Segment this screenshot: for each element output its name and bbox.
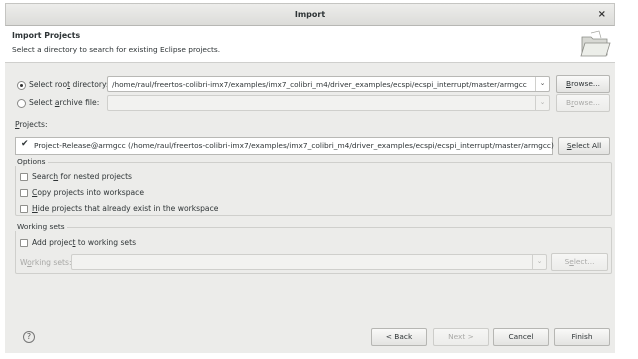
- chevron-down-icon[interactable]: ⌄: [535, 96, 549, 110]
- options-legend: Options: [15, 157, 48, 166]
- search-nested-label: Search for nested projects: [32, 172, 133, 181]
- window-title: Import: [294, 10, 326, 19]
- archive-file-radio[interactable]: [17, 99, 26, 108]
- chevron-down-icon[interactable]: ⌄: [535, 77, 549, 91]
- finish-button[interactable]: Finish: [554, 328, 610, 346]
- close-icon[interactable]: ×: [598, 9, 606, 20]
- search-nested-checkbox[interactable]: [20, 173, 28, 181]
- browse-directory-button[interactable]: Browse...: [556, 75, 610, 93]
- root-directory-label: Select root directory:: [29, 80, 109, 89]
- root-directory-radio[interactable]: [17, 81, 26, 90]
- root-directory-combo[interactable]: /home/raul/freertos-colibri-imx7/example…: [107, 76, 550, 92]
- projects-label: Projects:: [15, 120, 48, 129]
- add-to-working-sets-checkbox[interactable]: [20, 239, 28, 247]
- wizard-body: Select root directory: /home/raul/freert…: [5, 62, 615, 353]
- select-all-button[interactable]: Select All: [558, 137, 610, 155]
- checkmark-icon[interactable]: ✔: [21, 139, 29, 149]
- archive-file-label: Select archive file:: [29, 98, 100, 107]
- import-dialog: Import × Import Projects Select a direct…: [0, 0, 638, 359]
- projects-list[interactable]: ✔ Project-Release@armgcc (/home/raul/fre…: [15, 137, 554, 155]
- wizard-header: Import Projects Select a directory to se…: [5, 26, 615, 62]
- browse-archive-button[interactable]: Browse...: [556, 94, 610, 112]
- root-directory-value: /home/raul/freertos-colibri-imx7/example…: [112, 80, 527, 89]
- cancel-button[interactable]: Cancel: [493, 328, 549, 346]
- copy-projects-label: Copy projects into workspace: [32, 188, 145, 197]
- select-working-sets-button[interactable]: Select...: [551, 253, 608, 271]
- copy-projects-checkbox[interactable]: [20, 189, 28, 197]
- title-bar[interactable]: Import ×: [5, 3, 615, 26]
- working-sets-legend: Working sets: [15, 222, 67, 231]
- hide-projects-checkbox[interactable]: [20, 205, 28, 213]
- help-icon[interactable]: ?: [23, 331, 35, 343]
- wizard-title: Import Projects: [12, 31, 81, 40]
- archive-file-combo[interactable]: ⌄: [107, 95, 550, 111]
- list-item[interactable]: Project-Release@armgcc (/home/raul/freer…: [34, 141, 554, 150]
- wizard-description: Select a directory to search for existin…: [12, 45, 221, 54]
- next-button[interactable]: Next >: [433, 328, 489, 346]
- add-to-working-sets-label: Add project to working sets: [32, 238, 137, 247]
- hide-projects-label: Hide projects that already exist in the …: [32, 204, 219, 213]
- back-button[interactable]: < Back: [371, 328, 427, 346]
- chevron-down-icon[interactable]: ⌄: [532, 255, 546, 269]
- working-sets-label: Working sets:: [20, 258, 72, 267]
- working-sets-combo[interactable]: ⌄: [71, 254, 547, 270]
- folder-icon: [580, 30, 611, 57]
